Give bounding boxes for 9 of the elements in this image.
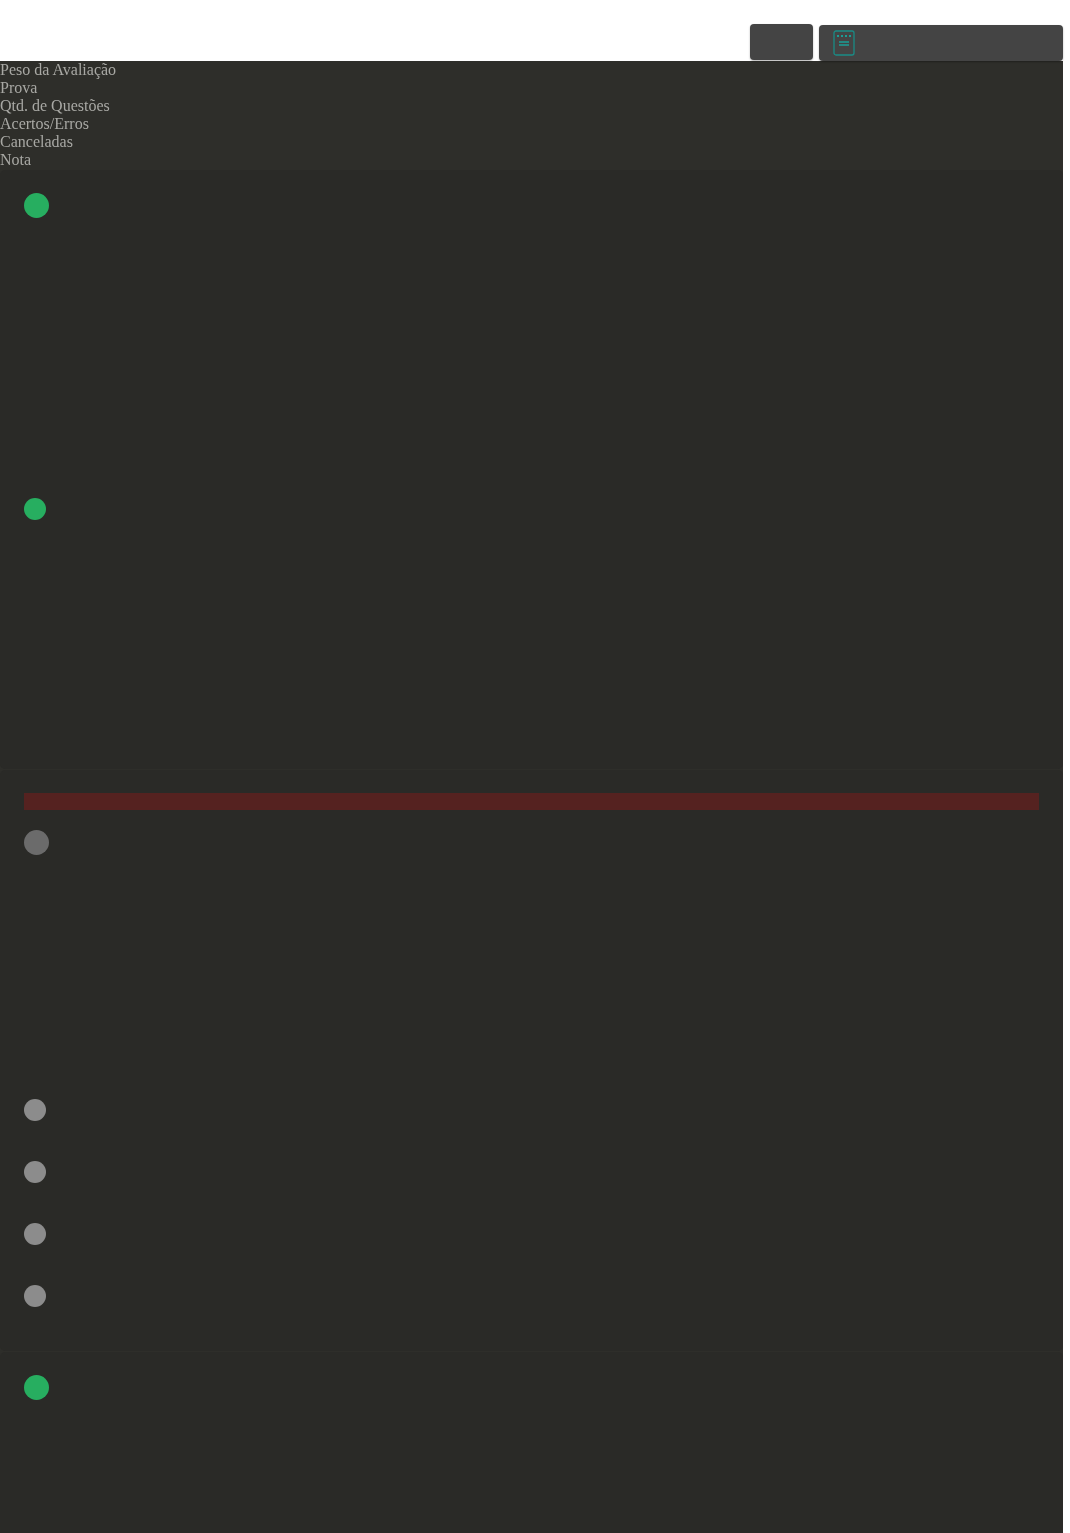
legend-label: Acertos/Erros (0, 115, 89, 133)
toolbar-button[interactable] (750, 24, 813, 60)
legend-label: Prova (0, 79, 38, 97)
notebook-icon (833, 30, 855, 56)
legend-label: Peso da Avaliação (0, 61, 117, 79)
legend-label: Nota (0, 151, 32, 169)
notebook-button[interactable] (819, 25, 1063, 61)
legend-label: Qtd. de Questões (0, 97, 110, 115)
legend-label: Canceladas (0, 133, 73, 151)
